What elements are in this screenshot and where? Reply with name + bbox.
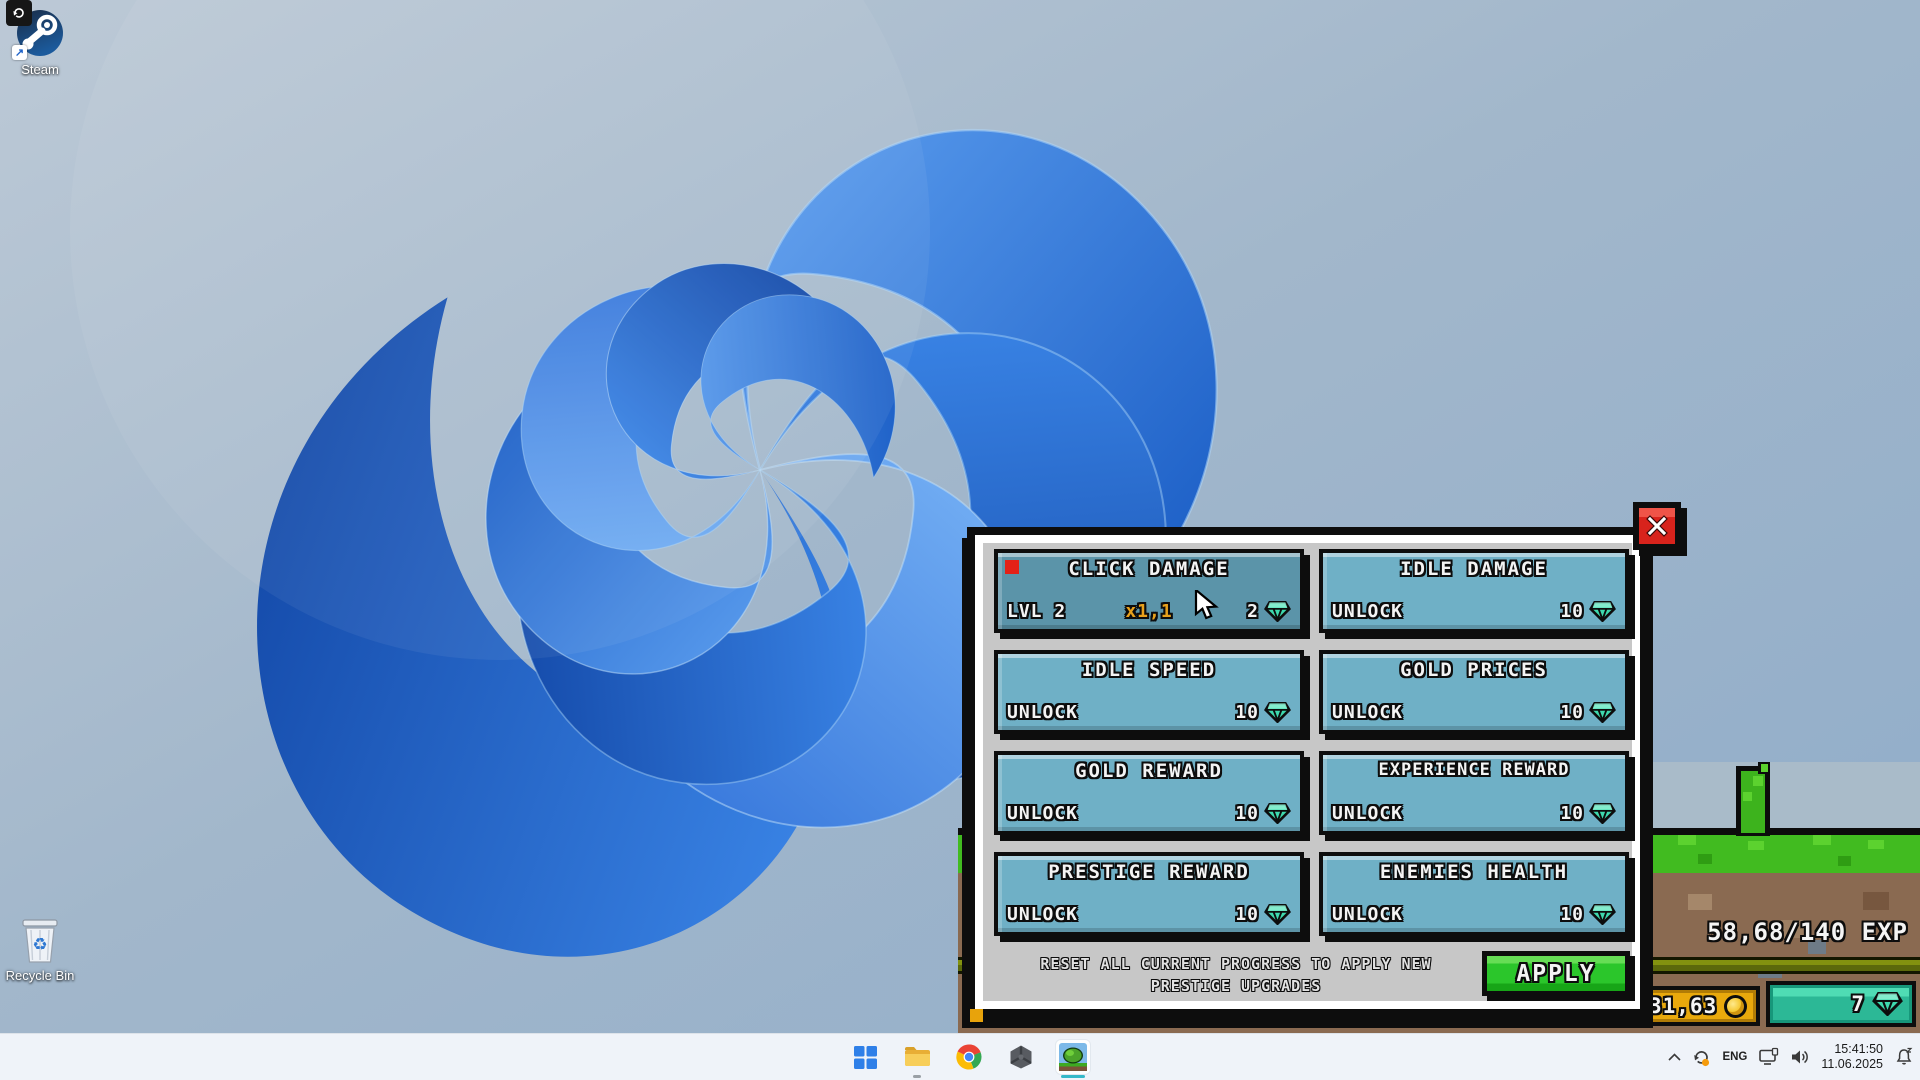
file-explorer-button[interactable]: [900, 1040, 934, 1074]
gem-icon: [1589, 702, 1616, 723]
gem-icon: [1589, 601, 1616, 622]
reset-warning-text: RESET ALL CURRENT PROGRESS TO APPLY NEW …: [997, 953, 1475, 997]
upgrade-cost: 10: [1560, 702, 1584, 723]
file-explorer-icon: [904, 1045, 931, 1069]
close-button[interactable]: [1633, 502, 1681, 550]
upgrade-card-experience-reward[interactable]: EXPERIENCE REWARD UNLOCK 10: [1319, 751, 1629, 835]
game-taskbar-button[interactable]: [1056, 1040, 1090, 1074]
gem-icon: [1872, 992, 1903, 1016]
exp-counter: 58,68/140 EXP: [1707, 918, 1908, 946]
mouse-cursor: [1194, 590, 1220, 625]
upgrade-title: CLICK DAMAGE: [998, 558, 1300, 580]
desktop-icon-steam[interactable]: ↗ Steam: [2, 6, 78, 77]
gem-counter: 7: [1766, 981, 1916, 1027]
prestige-upgrades-body: CLICK DAMAGE LVL 2 x1,1 2 IDLE DAMAGE UN…: [975, 535, 1640, 1009]
language-indicator[interactable]: ENG: [1722, 1051, 1747, 1063]
coin-pixel-artifact: [970, 1009, 983, 1022]
close-icon: [1646, 515, 1668, 537]
upgrade-cost: 10: [1560, 803, 1584, 824]
tray-chevron-icon[interactable]: [1668, 1053, 1681, 1061]
clock-date: 11.06.2025: [1821, 1057, 1883, 1072]
upgrade-cost: 10: [1235, 803, 1259, 824]
prestige-upgrades-window: CLICK DAMAGE LVL 2 x1,1 2 IDLE DAMAGE UN…: [967, 527, 1648, 1017]
upgrade-card-enemies-health[interactable]: ENEMIES HEALTH UNLOCK 10: [1319, 852, 1629, 936]
plant-sprite: [1736, 762, 1770, 836]
desktop-icon-recycle-bin[interactable]: ♻ Recycle Bin: [2, 912, 78, 983]
start-button[interactable]: [848, 1040, 882, 1074]
upgrade-status: UNLOCK: [1332, 803, 1403, 824]
chrome-button[interactable]: [952, 1040, 986, 1074]
apply-button[interactable]: APPLY: [1482, 951, 1630, 996]
upgrade-card-idle-damage[interactable]: IDLE DAMAGE UNLOCK 10: [1319, 549, 1629, 633]
steam-sync-badge: [6, 0, 32, 26]
volume-icon[interactable]: [1790, 1048, 1810, 1066]
game-app-icon: [1059, 1043, 1087, 1071]
upgrade-title: IDLE SPEED: [998, 659, 1300, 681]
notification-bell-icon[interactable]: [1894, 1047, 1914, 1067]
clock-time: 15:41:50: [1821, 1042, 1883, 1057]
network-icon[interactable]: [1758, 1047, 1779, 1067]
gem-amount: 7: [1851, 992, 1865, 1016]
unity-icon: [1008, 1044, 1034, 1070]
gem-icon: [1264, 904, 1291, 925]
upgrade-title: PRESTIGE REWARD: [998, 861, 1300, 883]
windows-start-icon: [853, 1045, 878, 1070]
running-indicator: [913, 1075, 921, 1078]
upgrade-status: UNLOCK: [1007, 904, 1078, 925]
upgrade-title: IDLE DAMAGE: [1323, 558, 1625, 580]
upgrade-title: EXPERIENCE REWARD: [1323, 760, 1625, 780]
desktop-icon-label: Steam: [2, 62, 78, 77]
recycle-bin-icon: ♻: [19, 918, 61, 964]
upgrade-cost: 10: [1235, 904, 1259, 925]
unity-launcher-button[interactable]: [1004, 1040, 1038, 1074]
upgrade-card-prestige-reward[interactable]: PRESTIGE REWARD UNLOCK 10: [994, 852, 1304, 936]
sync-status-icon[interactable]: [1692, 1048, 1711, 1067]
upgrade-status: UNLOCK: [1332, 601, 1403, 622]
chrome-icon: [956, 1044, 982, 1070]
coin-icon: [1724, 995, 1747, 1018]
gem-icon: [1264, 702, 1291, 723]
upgrade-cost: 10: [1235, 702, 1259, 723]
reset-warning-line2: PRESTIGE UPGRADES: [997, 975, 1475, 997]
gem-icon: [1589, 904, 1616, 925]
upgrade-card-click-damage[interactable]: CLICK DAMAGE LVL 2 x1,1 2: [994, 549, 1304, 633]
upgrade-title: GOLD PRICES: [1323, 659, 1625, 681]
upgrade-multiplier: x1,1: [1007, 601, 1291, 622]
upgrade-title: ENEMIES HEALTH: [1323, 861, 1625, 883]
upgrade-status: UNLOCK: [1007, 702, 1078, 723]
desktop-icon-label: Recycle Bin: [2, 968, 78, 983]
gem-icon: [1589, 803, 1616, 824]
gold-amount: 31,63: [1649, 994, 1717, 1018]
upgrade-card-gold-prices[interactable]: GOLD PRICES UNLOCK 10: [1319, 650, 1629, 734]
upgrade-card-idle-speed[interactable]: IDLE SPEED UNLOCK 10: [994, 650, 1304, 734]
reset-warning-line1: RESET ALL CURRENT PROGRESS TO APPLY NEW: [997, 953, 1475, 975]
upgrade-status: UNLOCK: [1332, 904, 1403, 925]
shortcut-arrow-icon: ↗: [12, 45, 27, 60]
taskbar: ENG 15:41:50 11.06.2025: [0, 1033, 1920, 1080]
upgrade-cost: 10: [1560, 601, 1584, 622]
svg-text:♻: ♻: [32, 935, 47, 955]
upgrade-status: UNLOCK: [1007, 803, 1078, 824]
gold-counter: 31,63: [1636, 986, 1760, 1026]
clock[interactable]: 15:41:50 11.06.2025: [1821, 1042, 1883, 1072]
gem-icon: [1264, 803, 1291, 824]
upgrade-cost: 10: [1560, 904, 1584, 925]
upgrade-card-gold-reward[interactable]: GOLD REWARD UNLOCK 10: [994, 751, 1304, 835]
upgrade-status: UNLOCK: [1332, 702, 1403, 723]
apply-button-label: APPLY: [1516, 961, 1595, 987]
active-app-indicator: [1061, 1075, 1085, 1078]
upgrade-title: GOLD REWARD: [998, 760, 1300, 782]
